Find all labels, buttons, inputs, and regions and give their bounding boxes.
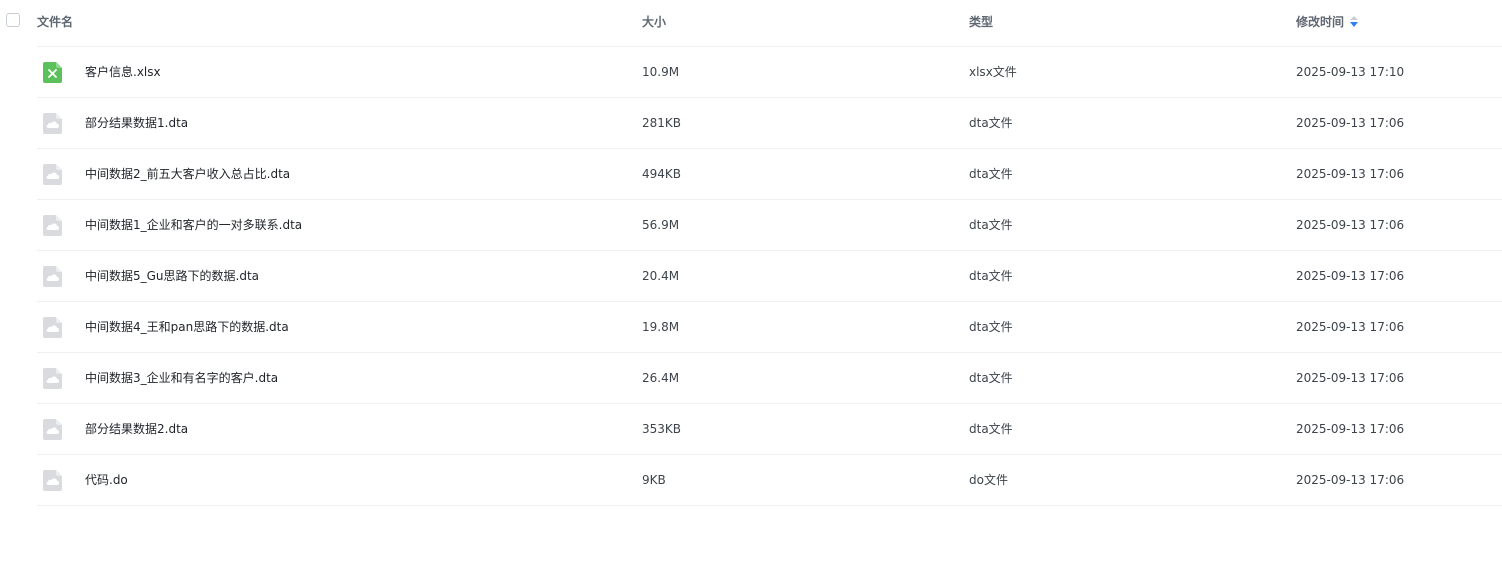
table-row[interactable]: 中间数据1_企业和客户的一对多联系.dta 56.9M dta文件 2025-0… bbox=[37, 200, 1502, 251]
file-size: 281KB bbox=[642, 116, 682, 130]
table-row[interactable]: 中间数据4_王和pan思路下的数据.dta 19.8M dta文件 2025-0… bbox=[37, 302, 1502, 353]
cloud-file-icon bbox=[43, 215, 62, 236]
file-type: dta文件 bbox=[969, 116, 1013, 130]
table-row[interactable]: 代码.do 9KB do文件 2025-09-13 17:06 bbox=[37, 455, 1502, 506]
select-all-checkbox[interactable] bbox=[6, 13, 20, 27]
file-type: xlsx文件 bbox=[969, 65, 1017, 79]
file-name[interactable]: 中间数据3_企业和有名字的客户.dta bbox=[85, 370, 278, 386]
file-size: 26.4M bbox=[642, 371, 680, 385]
file-type: dta文件 bbox=[969, 320, 1013, 334]
column-header-name[interactable]: 文件名 bbox=[37, 14, 73, 30]
file-type: dta文件 bbox=[969, 269, 1013, 283]
table-row[interactable]: 部分结果数据2.dta 353KB dta文件 2025-09-13 17:06 bbox=[37, 404, 1502, 455]
table-row[interactable]: 客户信息.xlsx 10.9M xlsx文件 2025-09-13 17:10 bbox=[37, 47, 1502, 98]
cloud-file-icon bbox=[43, 266, 62, 287]
table-row[interactable]: 部分结果数据1.dta 281KB dta文件 2025-09-13 17:06 bbox=[37, 98, 1502, 149]
cloud-file-icon bbox=[43, 368, 62, 389]
cloud-file-icon bbox=[43, 419, 62, 440]
file-type: dta文件 bbox=[969, 422, 1013, 436]
column-header-modified-time-label: 修改时间 bbox=[1296, 15, 1345, 29]
file-modified-time: 2025-09-13 17:10 bbox=[1296, 65, 1405, 79]
file-modified-time: 2025-09-13 17:06 bbox=[1296, 371, 1405, 385]
file-name[interactable]: 中间数据4_王和pan思路下的数据.dta bbox=[85, 319, 289, 335]
file-name[interactable]: 中间数据1_企业和客户的一对多联系.dta bbox=[85, 217, 302, 233]
file-list-table: 文件名 大小 类型 修改时间 客户信息.xlsx 10.9M xlsx文件 20… bbox=[0, 0, 1502, 506]
file-name[interactable]: 代码.do bbox=[85, 472, 128, 488]
sort-icon[interactable] bbox=[1350, 16, 1359, 28]
file-modified-time: 2025-09-13 17:06 bbox=[1296, 116, 1405, 130]
file-modified-time: 2025-09-13 17:06 bbox=[1296, 269, 1405, 283]
file-type: dta文件 bbox=[969, 167, 1013, 181]
cloud-file-icon bbox=[43, 113, 62, 134]
file-type: do文件 bbox=[969, 473, 1008, 487]
file-modified-time: 2025-09-13 17:06 bbox=[1296, 320, 1405, 334]
file-size: 10.9M bbox=[642, 65, 680, 79]
file-modified-time: 2025-09-13 17:06 bbox=[1296, 422, 1405, 436]
cloud-file-icon bbox=[43, 317, 62, 338]
file-name[interactable]: 部分结果数据1.dta bbox=[85, 115, 188, 131]
file-size: 19.8M bbox=[642, 320, 680, 334]
excel-file-icon bbox=[43, 62, 62, 83]
table-row[interactable]: 中间数据3_企业和有名字的客户.dta 26.4M dta文件 2025-09-… bbox=[37, 353, 1502, 404]
file-size: 9KB bbox=[642, 473, 666, 487]
file-name[interactable]: 部分结果数据2.dta bbox=[85, 421, 188, 437]
column-header-size[interactable]: 大小 bbox=[642, 14, 666, 30]
table-row[interactable]: 中间数据2_前五大客户收入总占比.dta 494KB dta文件 2025-09… bbox=[37, 149, 1502, 200]
file-size: 494KB bbox=[642, 167, 682, 181]
file-size: 353KB bbox=[642, 422, 682, 436]
file-type: dta文件 bbox=[969, 371, 1013, 385]
file-name[interactable]: 中间数据2_前五大客户收入总占比.dta bbox=[85, 166, 290, 182]
file-name[interactable]: 中间数据5_Gu思路下的数据.dta bbox=[85, 268, 259, 284]
file-modified-time: 2025-09-13 17:06 bbox=[1296, 167, 1405, 181]
column-header-modified-time[interactable]: 修改时间 bbox=[1296, 14, 1359, 30]
table-row[interactable]: 中间数据5_Gu思路下的数据.dta 20.4M dta文件 2025-09-1… bbox=[37, 251, 1502, 302]
column-header-type[interactable]: 类型 bbox=[969, 14, 993, 30]
file-modified-time: 2025-09-13 17:06 bbox=[1296, 218, 1405, 232]
file-size: 56.9M bbox=[642, 218, 680, 232]
cloud-file-icon bbox=[43, 164, 62, 185]
file-modified-time: 2025-09-13 17:06 bbox=[1296, 473, 1405, 487]
file-name[interactable]: 客户信息.xlsx bbox=[85, 64, 161, 80]
cloud-file-icon bbox=[43, 470, 62, 491]
table-header: 文件名 大小 类型 修改时间 bbox=[6, 0, 1502, 47]
file-size: 20.4M bbox=[642, 269, 680, 283]
file-type: dta文件 bbox=[969, 218, 1013, 232]
